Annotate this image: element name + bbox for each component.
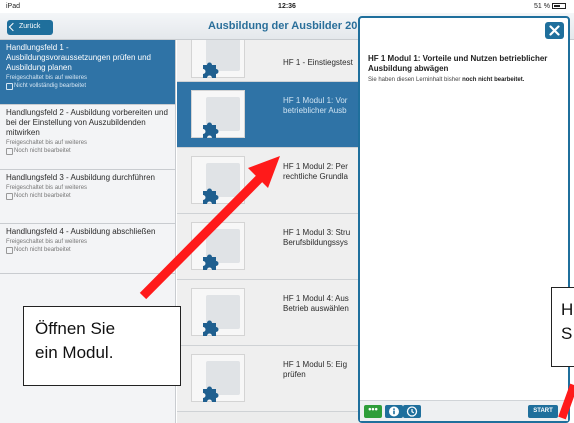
sidebar-item-title: Handlungsfeld 1 - Ausbildungsvoraussetzu… — [6, 43, 151, 72]
sidebar-item-title: Handlungsfeld 3 - Ausbildung durchführen — [6, 173, 155, 182]
module-label-line2: rechtliche Grundla — [283, 172, 348, 181]
module-item-modul-3[interactable]: HF 1 Modul 3: Stru Berufsbildungssys — [177, 214, 360, 280]
module-progress-info: Sie haben diesen Lerninhalt bisher noch … — [368, 76, 564, 84]
sidebar-item-availability: Freigeschaltet bis auf weiteres — [6, 140, 88, 146]
sidebar-item-status: Noch nicht bearbeitet — [6, 192, 169, 200]
puzzle-icon — [203, 62, 219, 78]
sidebar-item-status: Noch nicht bearbeitet — [6, 147, 169, 155]
panel-toolbar: ••• START — [360, 400, 568, 421]
module-item-einstiegstest[interactable]: HF 1 - Einstiegstest — [177, 40, 360, 82]
info-icon — [389, 406, 399, 417]
module-label: HF 1 Modul 1: Vor betrieblicher Ausb — [283, 96, 359, 116]
clock: 12:36 — [278, 3, 296, 10]
module-label: HF 1 Modul 4: Aus Betrieb auswählen — [283, 294, 359, 314]
puzzle-icon — [203, 320, 219, 336]
sidebar-item-title: Handlungsfeld 2 - Ausbildung vorbereiten… — [6, 108, 168, 137]
module-detail-title: HF 1 Modul 1: Vorteile und Nutzen betrie… — [368, 54, 548, 73]
puzzle-icon — [203, 386, 219, 402]
battery-percent: 51 % — [534, 3, 550, 10]
back-button[interactable]: Zurück — [7, 20, 53, 35]
sidebar-item-availability: Freigeschaltet bis auf weiteres — [6, 239, 88, 245]
sidebar-item-handlungsfeld-4[interactable]: Handlungsfeld 4 - Ausbildung abschließen… — [0, 224, 175, 274]
module-label-line1: HF 1 Modul 1: Vor — [283, 96, 348, 105]
callout-line-1: Öffnen Sie — [35, 319, 116, 338]
module-label: HF 1 Modul 3: Stru Berufsbildungssys — [283, 228, 359, 248]
module-thumbnail — [191, 354, 245, 402]
close-icon — [549, 25, 560, 36]
sidebar-item-title: Handlungsfeld 4 - Ausbildung abschließen — [6, 227, 156, 236]
puzzle-icon — [203, 188, 219, 204]
module-label-line2: Betrieb auswählen — [283, 304, 349, 313]
status-bar: iPad 12:36 51 % — [0, 0, 574, 13]
module-label-line1: HF 1 Modul 4: Aus — [283, 294, 349, 303]
module-thumbnail — [191, 288, 245, 336]
module-label-line2: Berufsbildungssys — [283, 238, 348, 247]
clock-icon — [406, 406, 418, 417]
battery-status: 51 % — [534, 3, 566, 10]
module-label-line2: prüfen — [283, 370, 306, 379]
module-item-modul-5[interactable]: HF 1 Modul 5: Eig prüfen — [177, 346, 360, 412]
instruction-callout-right: H S — [551, 287, 574, 367]
progress-info-status: noch nicht bearbeitet. — [462, 77, 525, 83]
sidebar-item-handlungsfeld-1[interactable]: Handlungsfeld 1 - Ausbildungsvoraussetzu… — [0, 40, 175, 105]
module-item-modul-4[interactable]: HF 1 Modul 4: Aus Betrieb auswählen — [177, 280, 360, 346]
page-title: Ausbildung der Ausbilder 2014 — [208, 20, 370, 32]
module-label: HF 1 - Einstiegstest — [283, 58, 353, 67]
module-detail-panel: HF 1 Modul 1: Vorteile und Nutzen betrie… — [358, 16, 570, 423]
instruction-callout: Öffnen Sie ein Modul. — [23, 306, 181, 386]
callout-line-2: ein Modul. — [35, 343, 114, 362]
sidebar-item-availability: Freigeschaltet bis auf weiteres — [6, 75, 88, 81]
info-button[interactable] — [385, 405, 403, 418]
sidebar-item-status: Noch nicht bearbeitet — [6, 246, 169, 254]
sidebar-item-handlungsfeld-2[interactable]: Handlungsfeld 2 - Ausbildung vorbereiten… — [0, 105, 175, 170]
module-thumbnail — [191, 40, 245, 78]
puzzle-icon — [203, 122, 219, 138]
more-button[interactable]: ••• — [364, 405, 382, 418]
module-list: HF 1 - Einstiegstest HF 1 Modul 1: Vor be… — [177, 40, 360, 423]
module-label: HF 1 Modul 2: Per rechtliche Grundla — [283, 162, 359, 182]
callout-right-line-2: S — [561, 324, 573, 343]
puzzle-icon — [203, 254, 219, 270]
progress-info-text: Sie haben diesen Lerninhalt bisher — [368, 77, 461, 83]
module-item-modul-1[interactable]: HF 1 Modul 1: Vor betrieblicher Ausb — [177, 82, 360, 148]
module-label-line1: HF 1 Modul 5: Eig — [283, 360, 348, 369]
module-label: HF 1 Modul 5: Eig prüfen — [283, 360, 359, 380]
module-label-line1: HF 1 Modul 3: Stru — [283, 228, 351, 237]
clock-button[interactable] — [403, 405, 421, 418]
start-button[interactable]: START — [528, 405, 558, 418]
module-thumbnail — [191, 222, 245, 270]
module-thumbnail — [191, 156, 245, 204]
sidebar-item-handlungsfeld-3[interactable]: Handlungsfeld 3 - Ausbildung durchführen… — [0, 170, 175, 224]
sidebar-item-availability: Freigeschaltet bis auf weiteres — [6, 185, 88, 191]
module-label-line1: HF 1 Modul 2: Per — [283, 162, 348, 171]
battery-icon — [552, 3, 566, 9]
module-thumbnail — [191, 90, 245, 138]
module-item-modul-2[interactable]: HF 1 Modul 2: Per rechtliche Grundla — [177, 148, 360, 214]
sidebar-item-status: Nicht vollständig bearbeitet — [6, 82, 169, 90]
close-button[interactable] — [545, 22, 564, 39]
callout-right-line-1: H — [561, 300, 574, 319]
module-label-line2: betrieblicher Ausb — [283, 106, 347, 115]
